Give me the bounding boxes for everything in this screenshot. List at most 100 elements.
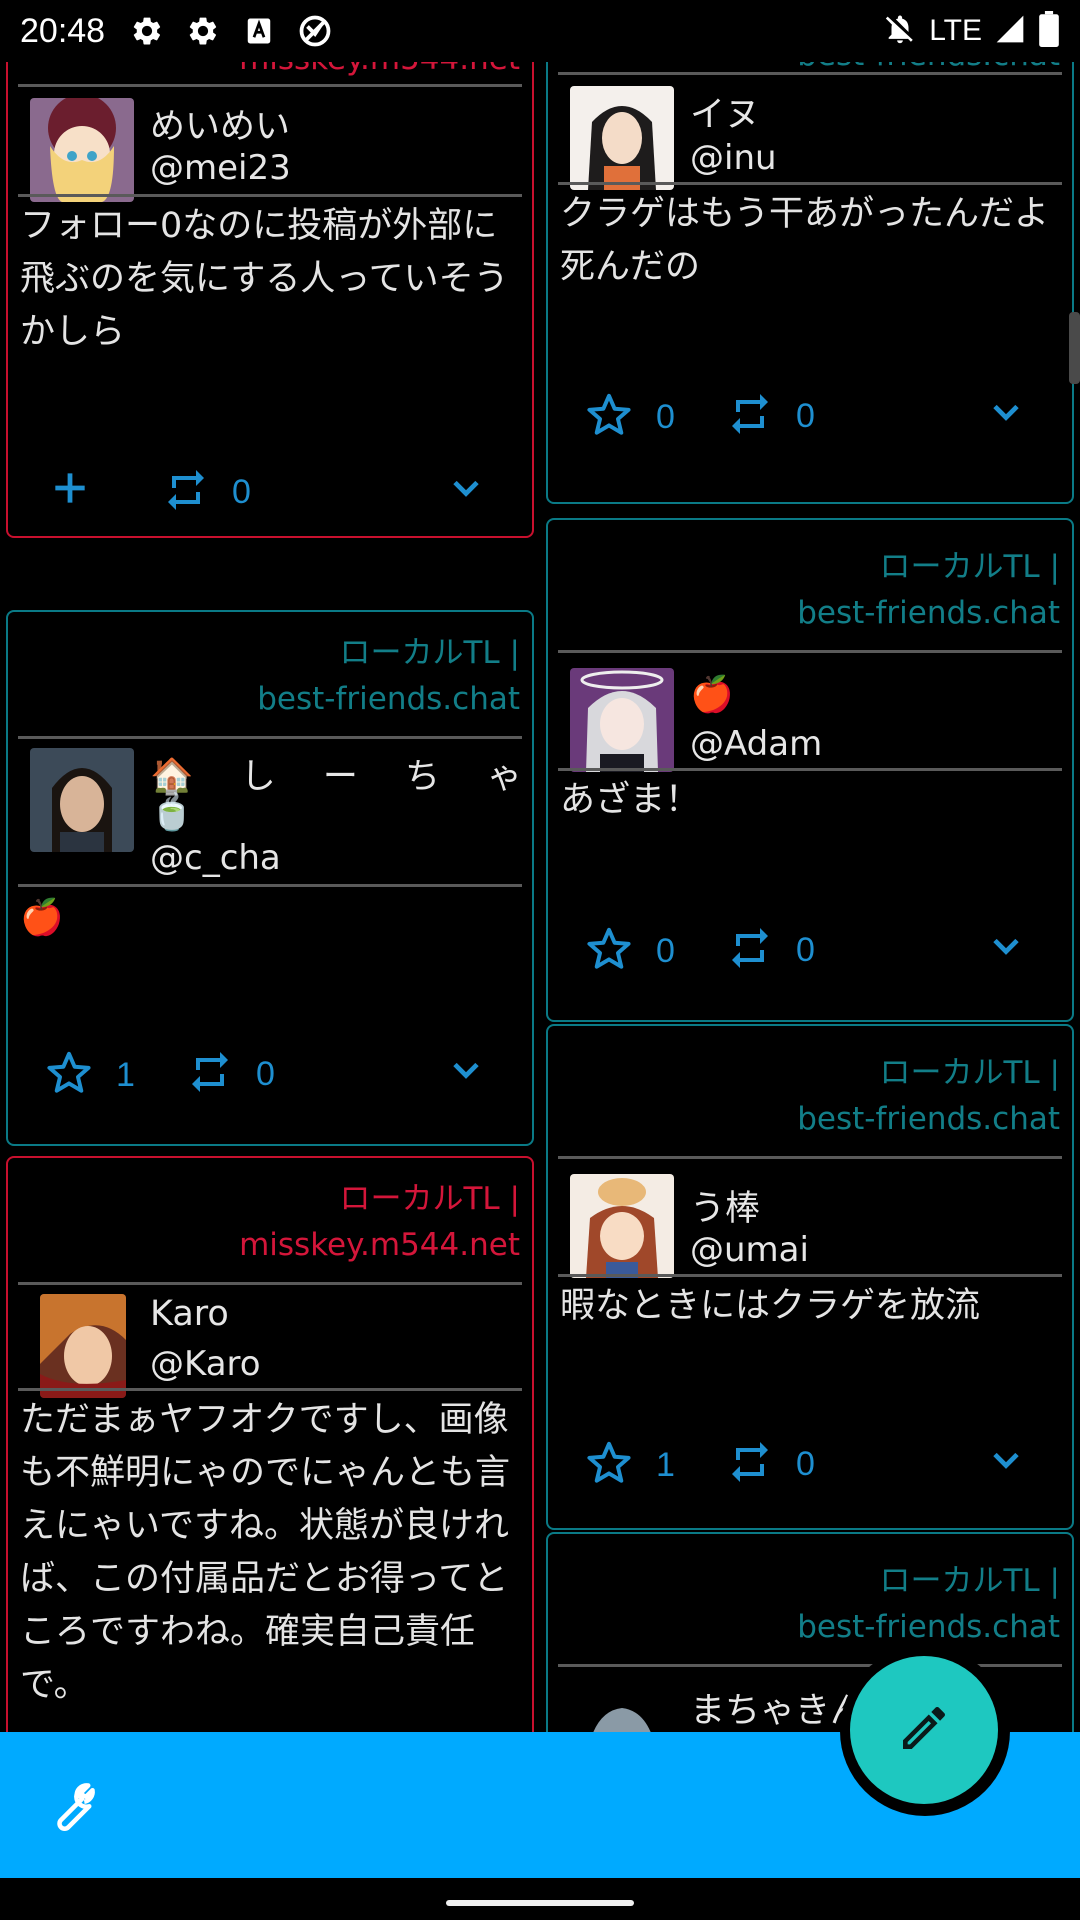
user-name[interactable]: Karo xyxy=(150,1294,229,1334)
scrollbar[interactable] xyxy=(1069,312,1080,384)
user-name[interactable]: う棒 xyxy=(690,1180,760,1231)
renote-button[interactable]: 0 xyxy=(726,1438,815,1490)
timeline-column-left[interactable]: misskey.m544.net めいめい @mei23 フォロー0なのに投稿が… xyxy=(6,62,534,1732)
renote-button[interactable]: 0 xyxy=(162,466,251,518)
favorite-count: 1 xyxy=(116,1055,135,1094)
compose-button[interactable] xyxy=(850,1656,998,1804)
settings-icon xyxy=(183,11,223,51)
divider xyxy=(558,1156,1062,1159)
timeline-label: ローカルTL | xyxy=(879,549,1060,585)
instance-name: best-friends.chat xyxy=(797,1609,1060,1645)
note-actions: 1 0 xyxy=(8,1048,532,1108)
note-card[interactable]: ローカルTL | best-friends.chat 🍎 @Adam あざま！ … xyxy=(546,518,1074,1022)
renote-button[interactable]: 0 xyxy=(726,924,815,976)
timeline-label: ローカルTL | xyxy=(339,635,520,671)
user-name[interactable]: めいめい xyxy=(150,98,290,149)
user-handle[interactable]: @Karo xyxy=(150,1344,261,1384)
more-button[interactable] xyxy=(984,924,1028,972)
avatar[interactable] xyxy=(30,748,134,852)
favorite-count: 1 xyxy=(656,1445,675,1484)
more-button[interactable] xyxy=(444,466,488,514)
note-actions: 0 0 xyxy=(548,924,1072,984)
note-source[interactable]: ローカルTL | misskey.m544.net xyxy=(239,1176,520,1268)
favorite-button[interactable]: 1 xyxy=(584,1438,675,1492)
instance-name: misskey.m544.net xyxy=(239,1227,520,1263)
divider xyxy=(558,72,1062,75)
user-handle[interactable]: @mei23 xyxy=(150,148,291,188)
note-card[interactable]: misskey.m544.net めいめい @mei23 フォロー0なのに投稿が… xyxy=(6,62,534,538)
note-text: フォロー0なのに投稿が外部に飛ぶのを気にする人っていそうかしら xyxy=(20,206,509,352)
divider xyxy=(558,1664,1062,1667)
renote-count: 0 xyxy=(256,1054,275,1093)
note-source[interactable]: ローカルTL | best-friends.chat xyxy=(797,1558,1060,1650)
divider xyxy=(18,1282,522,1285)
favorite-button[interactable]: 0 xyxy=(584,390,675,444)
avatar[interactable] xyxy=(40,1294,126,1398)
favorite-count: 0 xyxy=(656,397,675,436)
note-actions: 1 0 xyxy=(548,1438,1072,1498)
edit-icon xyxy=(896,1700,952,1760)
status-time: 20:48 xyxy=(20,11,106,50)
reaction-button[interactable] xyxy=(48,466,92,514)
settings-icon xyxy=(127,11,167,51)
note-actions: 0 0 xyxy=(548,390,1072,450)
note-source[interactable]: ローカルTL | best-friends.chat xyxy=(797,1050,1060,1142)
user-name[interactable]: まちゃきん xyxy=(690,1682,865,1732)
divider xyxy=(18,84,522,87)
divider xyxy=(18,194,522,197)
favorite-button[interactable]: 1 xyxy=(44,1048,135,1102)
avatar[interactable] xyxy=(30,98,134,202)
avatar[interactable] xyxy=(570,86,674,190)
status-bar: 20:48 LTE xyxy=(0,0,1080,62)
note-actions: 0 xyxy=(8,466,532,526)
more-button[interactable] xyxy=(444,1048,488,1096)
note-card[interactable]: ローカルTL | best-friends.chat う棒 @umai 暇なとき… xyxy=(546,1024,1074,1530)
user-handle[interactable]: @umai xyxy=(690,1230,809,1270)
note-card[interactable]: ローカルTL | best-friends.chat 🏠 し ー ち ゃ 🍵 @… xyxy=(6,610,534,1146)
timeline-label: ローカルTL | xyxy=(879,1055,1060,1091)
note-source[interactable]: misskey.m544.net xyxy=(239,62,520,82)
note-source[interactable]: ローカルTL | best-friends.chat xyxy=(257,630,520,722)
star-icon xyxy=(584,924,634,978)
avatar[interactable] xyxy=(570,668,674,772)
timeline-column-right[interactable]: best-friends.chat イヌ @inu クラゲはもう干あがったんだよ… xyxy=(546,62,1074,1732)
user-handle[interactable]: @c_cha xyxy=(150,838,281,878)
plus-icon xyxy=(48,466,92,514)
note-text: ただまぁヤフオクですし、画像も不鮮明にゃのでにゃんとも言えにゃいですね。状態が良… xyxy=(20,1400,511,1705)
renote-count: 0 xyxy=(232,472,251,511)
note-text: 🍎 xyxy=(20,898,64,938)
more-button[interactable] xyxy=(984,390,1028,438)
repost-icon xyxy=(162,466,210,518)
more-button[interactable] xyxy=(984,1438,1028,1486)
note-source[interactable]: best-friends.chat xyxy=(797,62,1060,78)
home-gesture-handle[interactable] xyxy=(446,1900,634,1906)
divider xyxy=(558,182,1062,185)
timeline-label: ローカルTL | xyxy=(339,1181,520,1217)
user-name[interactable]: 🍎 xyxy=(690,674,734,715)
star-icon xyxy=(44,1048,94,1102)
instance-name: best-friends.chat xyxy=(797,1101,1060,1137)
chevron-down-icon xyxy=(444,466,488,514)
star-icon xyxy=(584,1438,634,1492)
avatar[interactable] xyxy=(570,1174,674,1278)
user-handle[interactable]: @inu xyxy=(690,138,777,178)
user-name-continued[interactable]: 🍵 xyxy=(150,792,194,833)
timeline-label: ローカルTL | xyxy=(879,1563,1060,1599)
user-name[interactable]: 🏠 し ー ち ゃ xyxy=(150,748,522,799)
star-icon xyxy=(584,390,634,444)
renote-count: 0 xyxy=(796,396,815,435)
user-name[interactable]: イヌ xyxy=(690,86,760,137)
note-text: クラゲはもう干あがったんだよ 死んだの xyxy=(560,194,1049,287)
renote-button[interactable]: 0 xyxy=(726,390,815,442)
favorite-button[interactable]: 0 xyxy=(584,924,675,978)
renote-button[interactable]: 0 xyxy=(186,1048,275,1100)
chevron-down-icon xyxy=(444,1048,488,1096)
note-card[interactable]: ローカルTL | misskey.m544.net Karo @Karo ただま… xyxy=(6,1156,534,1732)
note-source[interactable]: ローカルTL | best-friends.chat xyxy=(797,544,1060,636)
network-type: LTE xyxy=(929,14,982,47)
renote-count: 0 xyxy=(796,930,815,969)
note-card[interactable]: best-friends.chat イヌ @inu クラゲはもう干あがったんだよ… xyxy=(546,62,1074,504)
wrench-icon[interactable] xyxy=(40,1778,100,1838)
user-handle[interactable]: @Adam xyxy=(690,724,822,764)
avatar[interactable] xyxy=(570,1682,674,1732)
